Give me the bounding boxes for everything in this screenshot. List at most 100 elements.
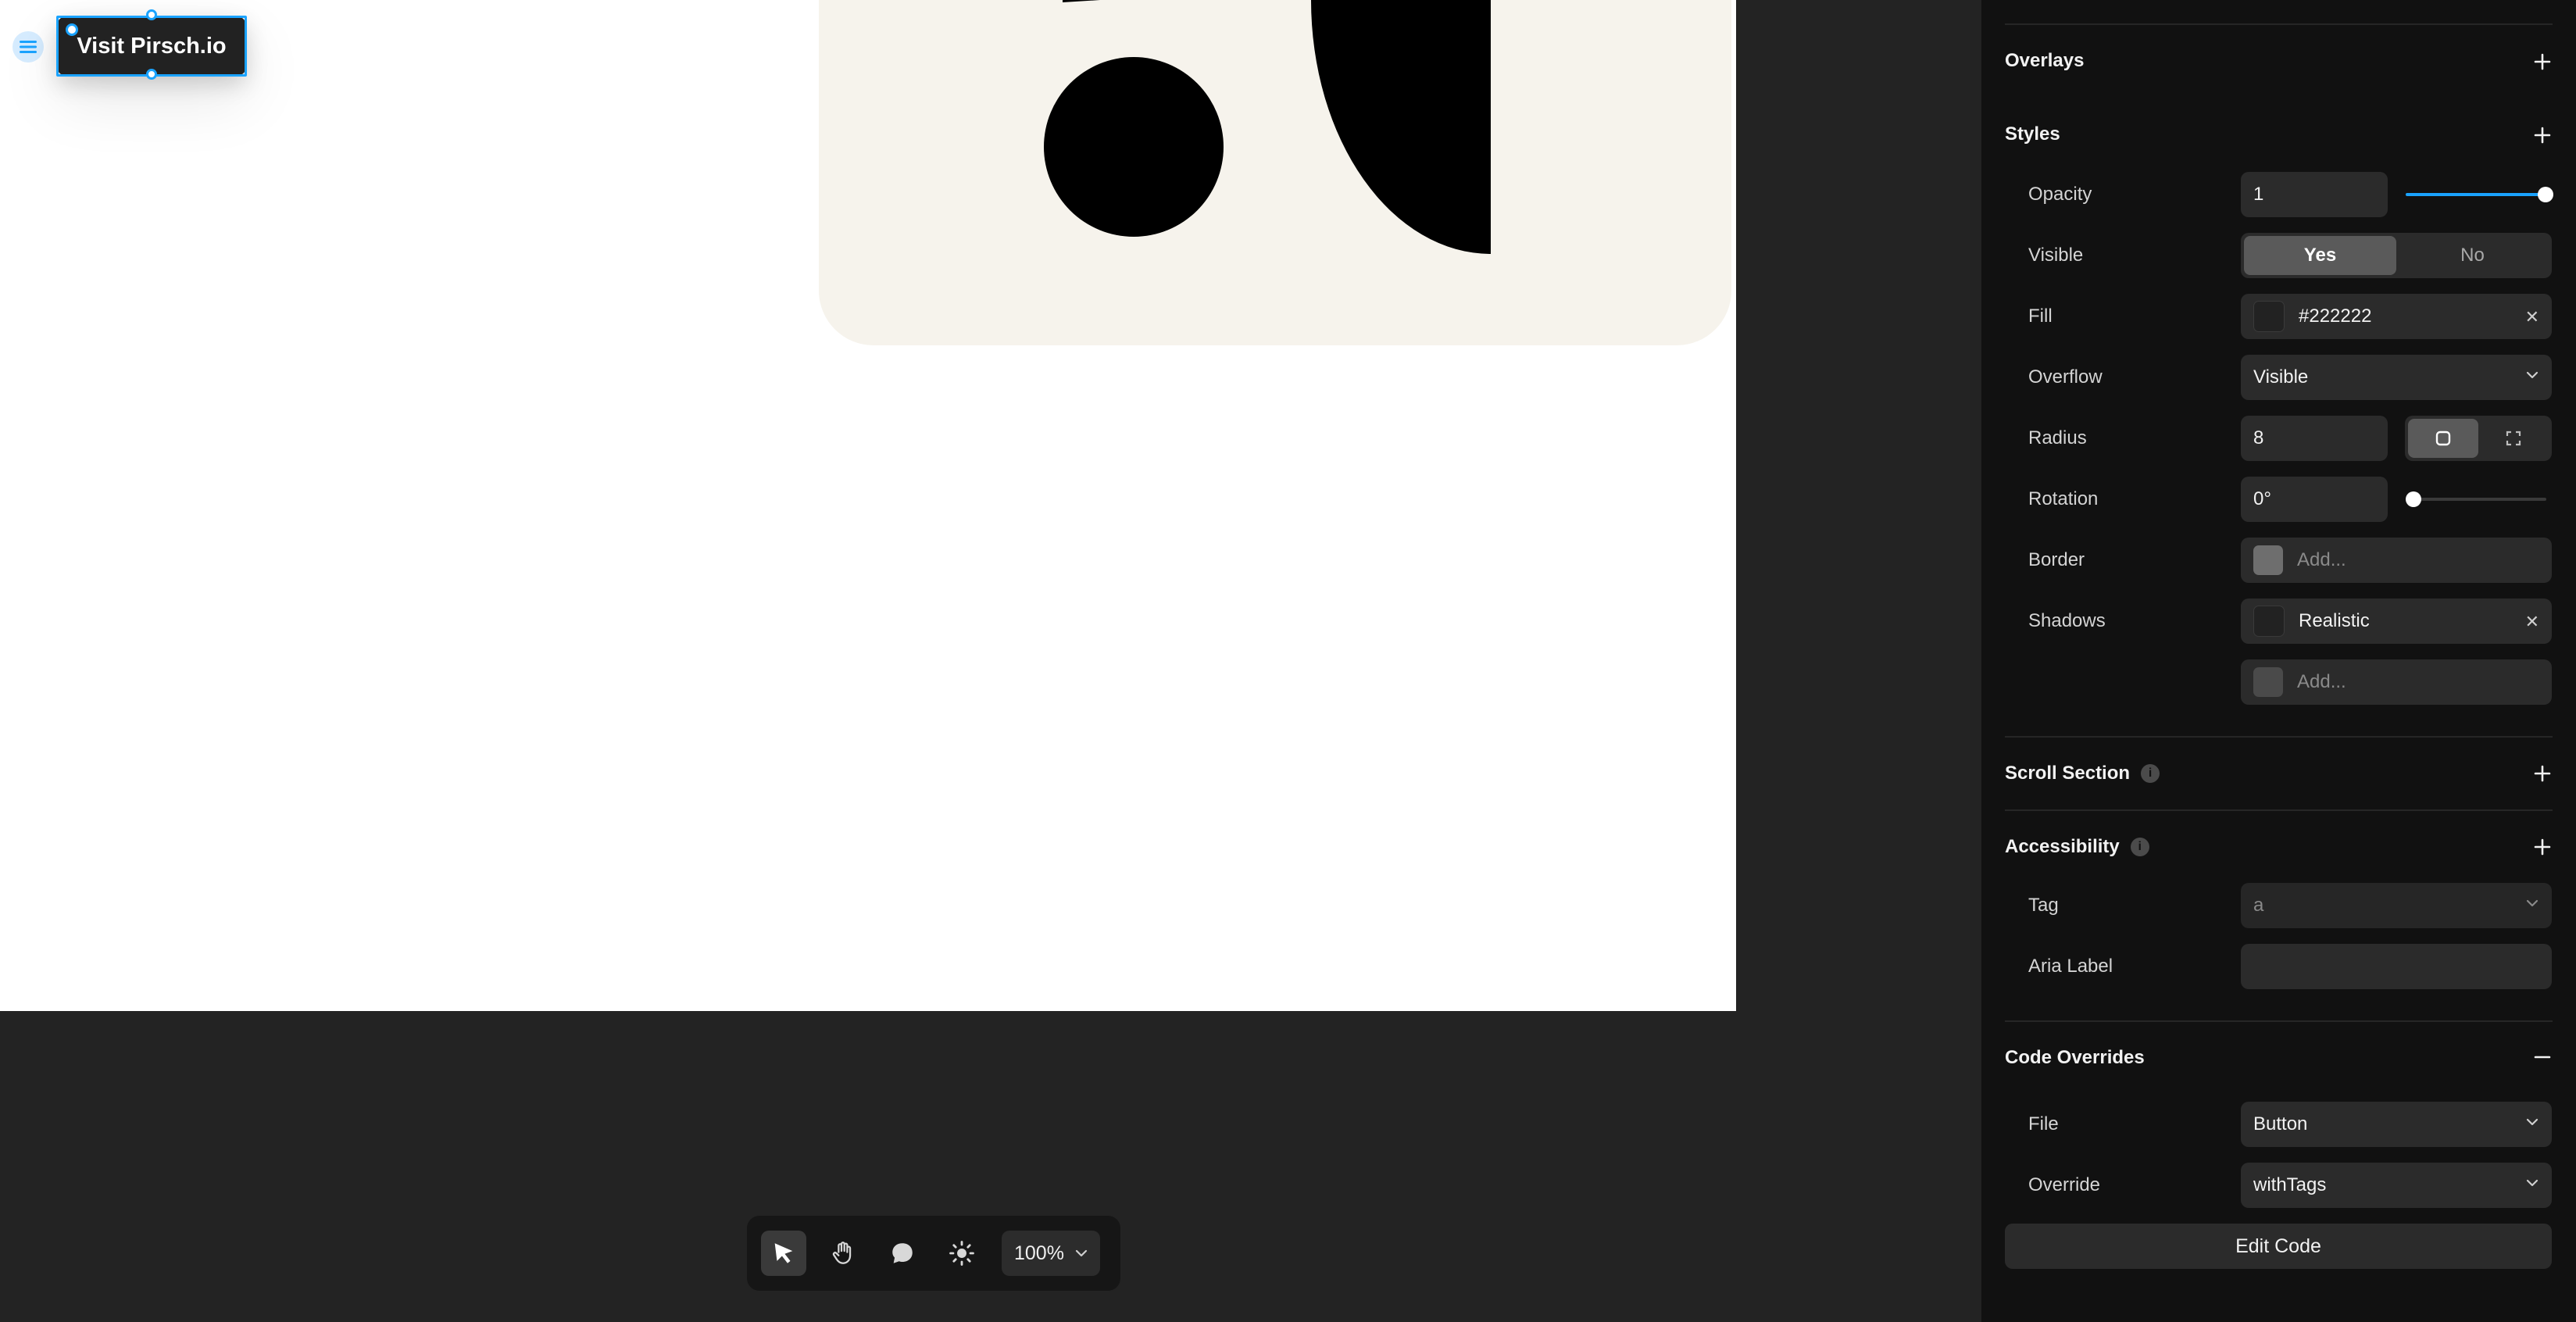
layers-menu-icon[interactable]: [13, 31, 44, 63]
info-icon[interactable]: i: [2130, 838, 2149, 856]
hand-tool-button[interactable]: [820, 1231, 866, 1276]
visible-toggle: Yes No: [2241, 233, 2552, 278]
overlays-title: Overlays: [2005, 50, 2085, 71]
border-color-swatch[interactable]: [2253, 545, 2283, 575]
zoom-value: 100%: [1014, 1242, 1064, 1264]
artwork-shapes: [1044, 0, 1491, 254]
artwork-card[interactable]: [819, 0, 1731, 345]
shadow-realistic-field[interactable]: Realistic ✕: [2241, 598, 2552, 644]
radius-label: Radius: [2028, 427, 2087, 448]
override-select[interactable]: withTags: [2241, 1163, 2552, 1208]
radius-mode-toggle: [2405, 416, 2552, 461]
overflow-select[interactable]: Visible: [2241, 355, 2552, 400]
add-shadow-placeholder: Add...: [2297, 671, 2346, 692]
shadow-value: Realistic: [2299, 610, 2370, 631]
opacity-value: 1: [2253, 184, 2264, 205]
radius-input[interactable]: 8: [2241, 416, 2388, 461]
section-styles: Styles: [2005, 123, 2060, 145]
radius-uniform-option[interactable]: [2408, 419, 2478, 458]
section-scroll: Scroll Section i: [2005, 763, 2160, 784]
remove-shadow-close-icon[interactable]: ✕: [2525, 612, 2539, 632]
add-shadow-field[interactable]: Add...: [2241, 659, 2552, 705]
section-accessibility: Accessibility i: [2005, 836, 2149, 858]
corners-icon: [2506, 431, 2521, 446]
chevron-down-icon: [2526, 371, 2538, 379]
visible-label: Visible: [2028, 245, 2084, 266]
fill-color-swatch[interactable]: [2253, 301, 2285, 332]
visit-pirsch-button-label: Visit Pirsch.io: [77, 33, 227, 59]
visit-pirsch-button[interactable]: Visit Pirsch.io: [58, 17, 245, 75]
tag-select[interactable]: a: [2241, 883, 2552, 928]
properties-panel: Overlays Styles Opacity 1 Visible Yes No…: [1981, 0, 2576, 1322]
rotation-label: Rotation: [2028, 488, 2099, 509]
add-accessibility-plus-icon[interactable]: [2532, 837, 2553, 857]
visible-no-option[interactable]: No: [2396, 236, 2549, 275]
add-shadow-swatch[interactable]: [2253, 667, 2283, 697]
override-label: Override: [2028, 1174, 2101, 1195]
fill-field[interactable]: #222222 ✕: [2241, 294, 2552, 339]
file-label: File: [2028, 1113, 2059, 1134]
shadows-label: Shadows: [2028, 610, 2106, 631]
scroll-section-title: Scroll Section: [2005, 763, 2131, 784]
divider: [2005, 736, 2553, 738]
visible-yes-option[interactable]: Yes: [2244, 236, 2396, 275]
rotation-slider-knob[interactable]: [2406, 491, 2421, 507]
chevron-down-icon: [2526, 1118, 2538, 1126]
artwork-circle-shape: [1044, 57, 1224, 237]
rotation-value: 0°: [2253, 488, 2271, 509]
edit-code-button[interactable]: Edit Code: [2005, 1224, 2552, 1269]
styles-title: Styles: [2005, 123, 2060, 145]
opacity-input[interactable]: 1: [2241, 172, 2388, 217]
comment-bubble-icon: [892, 1243, 913, 1263]
resize-handle-bottom[interactable]: [146, 69, 157, 80]
zoom-dropdown[interactable]: 100%: [1002, 1231, 1100, 1276]
chevron-down-icon: [2526, 899, 2538, 907]
section-code-overrides: Code Overrides: [2005, 1047, 2145, 1069]
info-icon[interactable]: i: [2141, 764, 2160, 783]
radius-individual-option[interactable]: [2478, 419, 2549, 458]
aria-label-label: Aria Label: [2028, 956, 2113, 977]
accessibility-title: Accessibility: [2005, 836, 2120, 857]
section-overlays: Overlays: [2005, 50, 2084, 72]
tag-label: Tag: [2028, 895, 2059, 916]
file-select[interactable]: Button: [2241, 1102, 2552, 1147]
shadow-swatch[interactable]: [2253, 606, 2285, 637]
comment-tool-button[interactable]: [880, 1231, 925, 1276]
divider: [2005, 23, 2553, 25]
square-rounded-icon: [2435, 431, 2451, 446]
rotation-input[interactable]: 0°: [2241, 477, 2388, 522]
radius-value: 8: [2253, 427, 2264, 448]
divider: [2005, 809, 2553, 811]
clear-fill-close-icon[interactable]: ✕: [2525, 307, 2539, 327]
opacity-slider-track[interactable]: [2406, 193, 2546, 196]
border-field[interactable]: Add...: [2241, 538, 2552, 583]
resize-handle-top[interactable]: [146, 9, 157, 20]
opacity-label: Opacity: [2028, 184, 2092, 205]
add-style-plus-icon[interactable]: [2532, 125, 2553, 145]
hand-icon: [832, 1242, 852, 1264]
add-scroll-section-plus-icon[interactable]: [2532, 763, 2553, 784]
opacity-slider-knob[interactable]: [2538, 187, 2553, 202]
theme-toggle-button[interactable]: [939, 1231, 984, 1276]
border-placeholder: Add...: [2297, 549, 2346, 570]
overflow-value: Visible: [2253, 366, 2309, 388]
override-value: withTags: [2253, 1174, 2327, 1195]
add-overlay-plus-icon[interactable]: [2532, 52, 2553, 72]
radius-handle[interactable]: [66, 23, 78, 36]
chevron-down-icon: [2526, 1179, 2538, 1187]
canvas-frame[interactable]: Visit Pirsch.io: [0, 0, 1736, 1011]
sun-icon: [949, 1241, 974, 1266]
aria-label-input[interactable]: [2241, 944, 2552, 989]
select-tool-button[interactable]: [761, 1231, 806, 1276]
cursor-arrow-icon: [774, 1243, 793, 1263]
artwork-sliver-shape: [1063, 0, 1100, 2]
tag-value: a: [2253, 895, 2264, 916]
code-overrides-title: Code Overrides: [2005, 1047, 2145, 1068]
fill-value: #222222: [2299, 305, 2372, 327]
collapse-minus-icon[interactable]: [2532, 1047, 2553, 1067]
canvas-toolbar: 100%: [747, 1216, 1120, 1291]
rotation-slider-track[interactable]: [2406, 498, 2546, 501]
file-value: Button: [2253, 1113, 2308, 1134]
artwork-half-circle-shape: [1311, 0, 1491, 254]
border-label: Border: [2028, 549, 2085, 570]
